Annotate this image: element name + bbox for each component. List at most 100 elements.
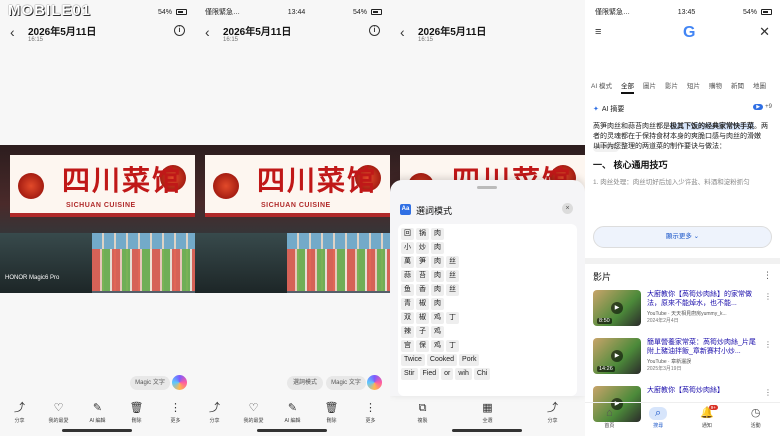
word-chip[interactable]: 双: [401, 312, 414, 324]
nav-activity[interactable]: ◷ 活動: [739, 407, 773, 429]
word-chip[interactable]: 丁: [446, 340, 459, 352]
more-button[interactable]: ⋮ 更多: [159, 402, 193, 428]
word-chip[interactable]: 笋: [416, 256, 429, 268]
word-chip[interactable]: Cooked: [426, 354, 458, 366]
share-button[interactable]: ⤴ 分享: [198, 402, 232, 428]
word-chip[interactable]: 回: [401, 228, 414, 240]
search-tab[interactable]: 購物: [709, 80, 722, 94]
back-arrow-icon[interactable]: ‹: [400, 24, 405, 40]
select-all-button[interactable]: ▦ 全選: [471, 402, 505, 428]
search-tab[interactable]: 全部: [620, 80, 634, 94]
ai-sources[interactable]: ▶ +9: [753, 104, 772, 110]
home-indicator[interactable]: [62, 429, 132, 432]
more-options-icon[interactable]: ⋮: [764, 340, 772, 349]
word-chip[interactable]: Fied: [419, 368, 440, 380]
restaurant-photo[interactable]: 四川菜馆 SICHUAN CUISINE HONOR Magic6 Pro: [0, 145, 195, 293]
nav-home[interactable]: ⌂ 首頁: [592, 407, 626, 429]
sheet-drag-handle[interactable]: [477, 186, 497, 189]
word-chip[interactable]: or: [441, 368, 454, 380]
search-tab[interactable]: 短片: [687, 80, 700, 94]
copy-button[interactable]: ⧉ 複製: [406, 402, 440, 428]
word-chip[interactable]: 丝: [446, 270, 459, 282]
word-chip[interactable]: 辣: [401, 326, 414, 338]
search-tab[interactable]: 圖片: [643, 80, 656, 94]
word-chip[interactable]: 丁: [446, 312, 459, 324]
info-icon[interactable]: i: [369, 25, 380, 36]
word-chip[interactable]: 肉: [431, 242, 444, 254]
word-chip[interactable]: 宫: [401, 340, 414, 352]
word-chip[interactable]: 肉: [431, 270, 444, 282]
ai-edit-button[interactable]: ✎ AI 編輯: [276, 402, 310, 428]
more-options-icon[interactable]: ⋮: [764, 388, 772, 397]
word-chip[interactable]: 子: [416, 326, 429, 338]
ai-edit-button[interactable]: ✎ AI 編輯: [81, 402, 115, 428]
video-title[interactable]: 簡單營養家常菜：萵筍炒肉絲_片尾附上豬油拌飯_章新賽村小炒...: [647, 338, 762, 356]
word-chip[interactable]: 肉: [431, 284, 444, 296]
video-title[interactable]: 大廚教你【萵筍炒肉絲】: [647, 386, 762, 395]
word-chip[interactable]: 椒: [416, 298, 429, 310]
word-chip[interactable]: 肉: [431, 298, 444, 310]
restaurant-photo[interactable]: 四川菜馆 SICHUAN CUISINE: [195, 145, 390, 293]
ai-overview-label: AI 摘要: [601, 106, 625, 113]
video-result[interactable]: ▶ 14:26 簡單營養家常菜：萵筍炒肉絲_片尾附上豬油拌飯_章新賽村小炒... Yo…: [593, 338, 772, 378]
word-chip[interactable]: Stir: [401, 368, 418, 380]
ai-assistant-icon[interactable]: [367, 375, 382, 390]
word-chip[interactable]: 萬: [401, 256, 414, 268]
search-tab[interactable]: AI 模式: [591, 80, 612, 94]
back-arrow-icon[interactable]: ‹: [10, 24, 15, 40]
word-chip[interactable]: Chi: [473, 368, 491, 380]
word-chip[interactable]: wih: [455, 368, 472, 380]
word-chip[interactable]: 丝: [446, 284, 459, 296]
favorite-button[interactable]: ♡ 我的最愛: [237, 402, 271, 428]
status-bar: 54%: [10, 6, 187, 18]
share-button[interactable]: ⤴ 分享: [3, 402, 37, 428]
word-chip[interactable]: 鸡: [431, 340, 444, 352]
play-icon: ▶: [611, 302, 623, 314]
word-chip[interactable]: 小: [401, 242, 414, 254]
battery-percent: 54%: [742, 8, 757, 16]
word-chip[interactable]: 鱼: [401, 284, 414, 296]
delete-button[interactable]: 🗑 刪除: [120, 402, 154, 428]
nav-notifications[interactable]: 🔔 9+ 通知: [690, 405, 724, 429]
word-chip[interactable]: 炒: [416, 242, 429, 254]
home-indicator[interactable]: [452, 429, 522, 432]
word-chip[interactable]: 苔: [416, 270, 429, 282]
more-options-icon[interactable]: ⋮: [763, 270, 772, 281]
word-chip[interactable]: 鸡: [431, 312, 444, 324]
word-chip[interactable]: 丝: [446, 256, 459, 268]
favorite-button[interactable]: ♡ 我的最愛: [42, 402, 76, 428]
close-icon[interactable]: ×: [562, 203, 573, 214]
word-chip[interactable]: 鸡: [431, 326, 444, 338]
word-chip[interactable]: 香: [416, 284, 429, 296]
delete-button[interactable]: 🗑 刪除: [315, 402, 349, 428]
video-result[interactable]: ▶ 8:50 大廚教你【萵筍炒肉絲】的家常做法，原來不能焯水，也不能... YouTu…: [593, 290, 772, 330]
word-chip[interactable]: 保: [416, 340, 429, 352]
magic-text-button[interactable]: Magic 文字: [130, 376, 170, 390]
word-chip[interactable]: 青: [401, 298, 414, 310]
menu-icon[interactable]: ≡: [595, 26, 601, 38]
search-tab[interactable]: 地圖: [753, 80, 766, 94]
google-search-screen: 僅限緊急… 13:45 54% ≡ G ✕ AI 模式 全部 圖片 影片 短片 購物 新聞地…: [585, 0, 780, 436]
info-icon[interactable]: i: [174, 25, 185, 36]
more-button[interactable]: ⋮ 更多: [354, 402, 388, 428]
word-chip[interactable]: Twice: [401, 354, 425, 366]
close-icon[interactable]: ✕: [759, 24, 770, 40]
word-chip[interactable]: 肉: [431, 228, 444, 240]
ai-assistant-icon[interactable]: [172, 375, 187, 390]
search-tab[interactable]: 影片: [665, 80, 678, 94]
word-chip[interactable]: 椒: [416, 312, 429, 324]
more-options-icon[interactable]: ⋮: [764, 292, 772, 301]
word-chip[interactable]: 蒜: [401, 270, 414, 282]
video-title[interactable]: 大廚教你【萵筍炒肉絲】的家常做法，原來不能焯水，也不能...: [647, 290, 762, 308]
magic-text-button[interactable]: Magic 文字: [326, 376, 366, 390]
share-button[interactable]: ⤴ 分享: [536, 402, 570, 428]
home-indicator[interactable]: [257, 429, 327, 432]
nav-search[interactable]: ⌕ 搜尋: [641, 407, 675, 429]
word-chip[interactable]: 肉: [431, 256, 444, 268]
show-more-button[interactable]: 顯示更多 ⌄: [593, 226, 772, 248]
word-chip[interactable]: 锅: [416, 228, 429, 240]
select-mode-button[interactable]: 選詞模式: [287, 376, 323, 390]
search-tab[interactable]: 新聞: [731, 80, 744, 94]
back-arrow-icon[interactable]: ‹: [205, 24, 210, 40]
word-chip[interactable]: Pork: [459, 354, 480, 366]
